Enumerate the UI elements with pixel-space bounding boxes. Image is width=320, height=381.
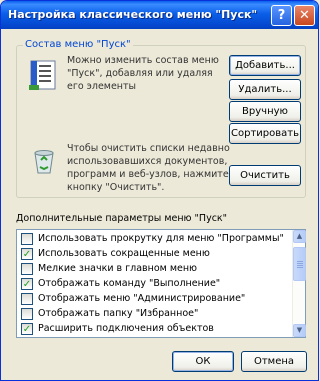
list-item[interactable]: Использовать прокрутку для меню "Програм… (17, 232, 293, 246)
scroll-down-arrow-icon[interactable]: ▼ (293, 324, 306, 337)
checkbox[interactable] (21, 233, 33, 245)
close-button[interactable]: ✕ (294, 5, 315, 26)
checkbox[interactable]: ✓ (21, 323, 33, 335)
advanced-options-label: Дополнительные параметры меню "Пуск" (16, 213, 228, 224)
checkbox[interactable] (21, 293, 33, 305)
checkbox[interactable]: ✓ (21, 278, 33, 290)
advanced-options-list[interactable]: Использовать прокрутку для меню "Програм… (16, 229, 306, 338)
vertical-scrollbar[interactable]: ▲ ▼ (292, 230, 306, 337)
help-button[interactable]: ? (271, 5, 292, 26)
list-item[interactable]: Отображать папку "Избранное" (17, 307, 293, 321)
list-item[interactable]: Отображать меню "Администрирование" (17, 292, 293, 306)
ok-button[interactable]: ОК (172, 351, 234, 372)
clear-description: Чтобы очистить списки недавно использова… (67, 143, 230, 193)
menu-contents-group-label: Состав меню "Пуск" (23, 39, 133, 50)
list-item[interactable]: ✓ Расширить подключения объектов (17, 322, 293, 336)
scroll-up-arrow-icon[interactable]: ▲ (293, 230, 306, 243)
checkbox[interactable]: ✓ (21, 248, 33, 260)
start-menu-settings-dialog: Настройка классического меню "Пуск" ? ✕ … (0, 0, 319, 381)
list-item[interactable]: ✓ Отображать команду "Выполнение" (17, 277, 293, 291)
remove-button[interactable]: Удалить... (229, 79, 301, 100)
cancel-button[interactable]: Отмена (241, 351, 307, 372)
recycle-bin-icon (34, 150, 54, 174)
title-bar[interactable]: Настройка классического меню "Пуск" ? ✕ (1, 1, 318, 29)
scroll-thumb[interactable] (293, 247, 306, 281)
add-button[interactable]: Добавить... (229, 55, 301, 76)
clear-button[interactable]: Очистить (229, 165, 301, 186)
menu-description: Можно изменить состав меню "Пуск", добав… (67, 55, 219, 92)
start-menu-icon (29, 60, 56, 90)
checkbox[interactable] (21, 308, 33, 320)
sort-button[interactable]: Сортировать (229, 123, 301, 144)
manual-button[interactable]: Вручную (229, 101, 301, 122)
list-item[interactable]: Мелкие значки в главном меню (17, 262, 293, 276)
menu-contents-group: Состав меню "Пуск" Можно изменить состав… (16, 39, 306, 198)
window-title: Настройка классического меню "Пуск" (8, 8, 258, 21)
list-item[interactable]: ✓ Использовать сокращенные меню (17, 247, 293, 261)
checkbox[interactable] (21, 263, 33, 275)
